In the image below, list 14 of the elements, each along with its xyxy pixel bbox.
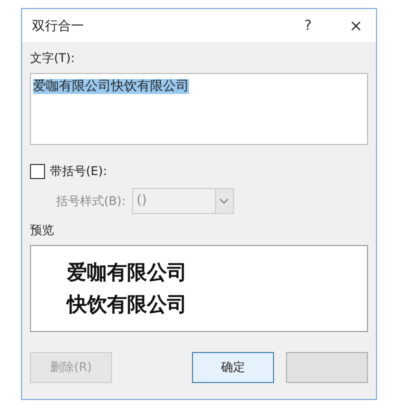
text-input-field[interactable]: 爱咖有限公司快饮有限公司 — [30, 73, 368, 145]
checkbox-label: 带括号(E): — [50, 163, 107, 180]
style-label: 括号样式(B): — [56, 192, 126, 210]
window-title: 双行合一 — [32, 18, 85, 34]
chevron-down-icon — [219, 198, 230, 204]
help-button[interactable]: ? — [288, 10, 328, 40]
dialog-button[interactable]: 确定 — [192, 352, 274, 383]
preview-label: 预览 — [30, 222, 54, 239]
field-text: 爱咖有限公司快饮有限公司 — [33, 79, 189, 94]
text-label: 文字(T): — [30, 50, 75, 67]
preview-text: 爱咖有限公司 — [67, 259, 187, 286]
close-button[interactable]: × — [336, 10, 376, 40]
checkbox[interactable] — [30, 164, 45, 179]
preview-text: 快饮有限公司 — [67, 291, 187, 318]
